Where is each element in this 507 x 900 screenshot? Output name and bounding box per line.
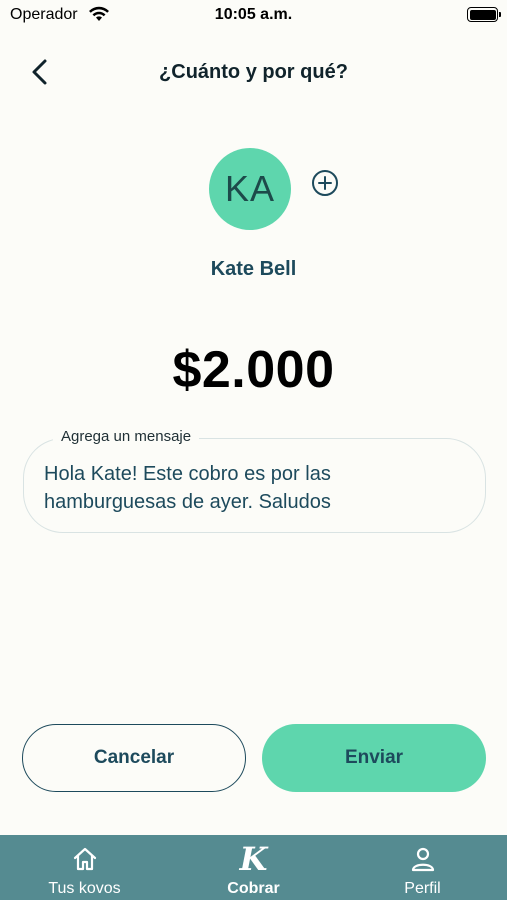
k-logo-icon: K	[239, 840, 268, 878]
tab-cobrar[interactable]: K Cobrar	[169, 835, 338, 900]
tab-label: Perfil	[404, 880, 441, 897]
amount-display[interactable]: $2.000	[0, 340, 507, 400]
tab-label: Cobrar	[227, 880, 280, 897]
tab-label: Tus kovos	[48, 880, 121, 897]
cancel-button[interactable]: Cancelar	[22, 724, 246, 792]
header: ¿Cuánto y por qué?	[0, 50, 507, 94]
page-title: ¿Cuánto y por qué?	[159, 61, 348, 83]
contact-name: Kate Bell	[210, 258, 297, 280]
cancel-button-label: Cancelar	[93, 747, 175, 768]
status-bar: Operador 10:05 a.m.	[0, 0, 507, 30]
status-time: 10:05 a.m.	[214, 6, 293, 23]
message-label: Agrega un mensaje	[53, 428, 200, 445]
avatar-initials: KA	[224, 168, 276, 209]
tab-bar: Tus kovos K Cobrar Perfil	[0, 835, 507, 900]
person-icon	[411, 847, 434, 872]
send-button[interactable]: Enviar	[262, 724, 486, 792]
send-button-label: Enviar	[344, 747, 404, 768]
plus-circle-icon[interactable]	[311, 169, 339, 197]
tab-perfil[interactable]: Perfil	[338, 835, 507, 900]
battery-icon	[467, 7, 501, 22]
tab-tus-kovos[interactable]: Tus kovos	[0, 835, 169, 900]
home-icon	[73, 847, 96, 871]
message-input[interactable]: Hola Kate! Este cobro es por las hamburg…	[44, 460, 461, 516]
message-field[interactable]: Agrega un mensaje Hola Kate! Este cobro …	[23, 428, 486, 533]
avatar: KA	[209, 148, 291, 230]
